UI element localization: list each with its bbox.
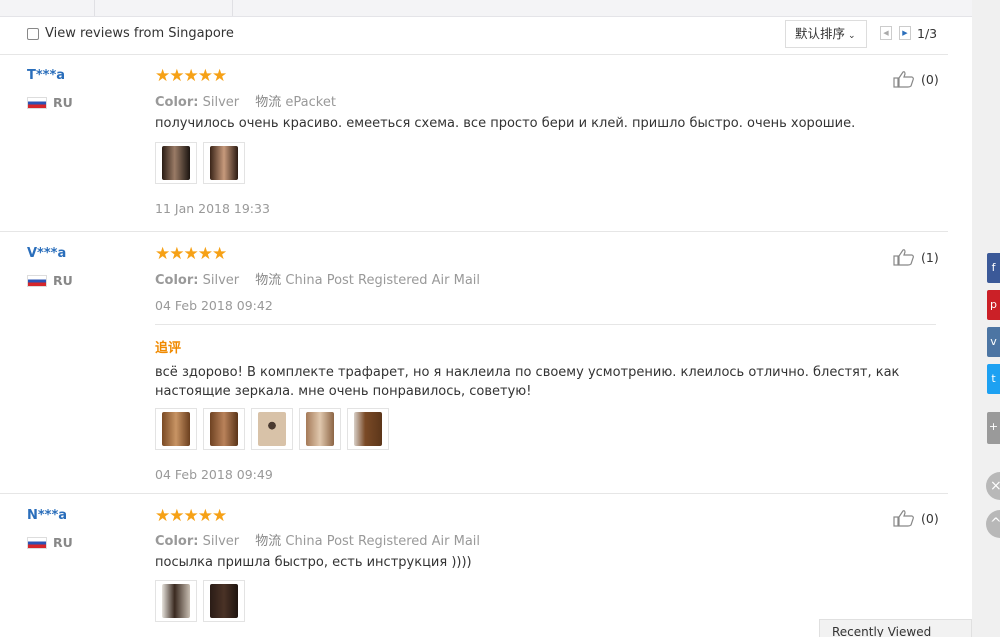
review-attributes: Color: Silver 物流 ePacket [155,91,336,110]
reviewer-country: RU [53,95,73,110]
review-photo-thumbnail[interactable] [347,408,389,450]
color-value: Silver [202,95,240,110]
followup-text: всё здорово! В комплекте трафарет, но я … [155,365,900,399]
sort-dropdown[interactable]: 默认排序 ⌄ [785,20,867,48]
star-rating: ★★★★★ [155,506,227,526]
caret-left-icon: ◀ [883,29,889,37]
followup-label: 追评 [155,341,182,356]
review-photo-thumbnail[interactable] [203,408,245,450]
russia-flag-icon [27,537,47,549]
review-text: получилось очень красиво. емееться схема… [155,116,856,131]
review-filter-bar: View reviews from Singapore 默认排序 ⌄ ◀ ▶ 1/… [0,16,948,55]
sort-dropdown-label: 默认排序 [795,26,846,41]
review-text: посылка пришла быстро, есть инструкция )… [155,555,472,570]
logistics-key: 物流 [255,273,282,288]
prev-page-button[interactable]: ◀ [880,26,892,40]
vk-icon[interactable]: v [987,327,1000,357]
more-share-icon[interactable]: + [987,412,1000,444]
logistics-value: China Post Registered Air Mail [285,273,481,288]
review-divider [0,231,948,232]
reviewer-name[interactable]: V***a [27,246,66,261]
russia-flag-icon [27,97,47,109]
review-photo-thumbnail[interactable] [203,142,245,184]
facebook-icon[interactable]: f [987,253,1000,283]
followup-date: 04 Feb 2018 09:49 [155,467,273,482]
color-value: Silver [202,534,240,549]
thumbs-up-icon[interactable] [893,509,915,527]
color-key: Color: [155,95,199,110]
reviewer-country: RU [53,273,73,288]
logistics-key: 物流 [255,534,282,549]
logistics-value: China Post Registered Air Mail [285,534,481,549]
review-photo-thumbnail[interactable] [251,408,293,450]
logistics-value: ePacket [285,95,336,110]
chevron-down-icon: ⌄ [848,31,856,41]
review-photo-thumbnail[interactable] [203,580,245,622]
tab-divider [232,0,233,16]
singapore-filter-checkbox[interactable] [27,28,39,40]
reviewer-name[interactable]: N***a [27,508,67,523]
review-attributes: Color: Silver 物流 China Post Registered A… [155,269,480,288]
color-value: Silver [202,273,240,288]
review-date: 04 Feb 2018 09:42 [155,298,273,313]
star-rating: ★★★★★ [155,66,227,86]
helpful-count: (0) [921,72,939,87]
followup-divider [155,324,936,325]
reviewer-name[interactable]: T***a [27,68,65,83]
thumbs-up-icon[interactable] [893,248,915,266]
helpful-count: (0) [921,511,939,526]
color-key: Color: [155,534,199,549]
recently-viewed-label: Recently Viewed [832,625,932,637]
review-photo-thumbnail[interactable] [155,580,197,622]
review-photo-thumbnail[interactable] [155,142,197,184]
review-attributes: Color: Silver 物流 China Post Registered A… [155,530,480,549]
reviewer-country: RU [53,535,73,550]
recently-viewed-tab[interactable]: Recently Viewed [819,619,972,637]
review-date: 11 Jan 2018 19:33 [155,201,270,216]
caret-right-icon: ▶ [902,29,908,37]
logistics-key: 物流 [255,95,282,110]
helpful-count: (1) [921,250,939,265]
tab-divider [94,0,95,16]
review-photo-thumbnail[interactable] [299,408,341,450]
color-key: Color: [155,273,199,288]
next-page-button[interactable]: ▶ [899,26,911,40]
page-indicator: 1/3 [917,26,938,41]
review-divider [0,493,948,494]
twitter-icon[interactable]: t [987,364,1000,394]
russia-flag-icon [27,275,47,287]
star-rating: ★★★★★ [155,244,227,264]
pinterest-icon[interactable]: p [987,290,1000,320]
singapore-filter-label[interactable]: View reviews from Singapore [45,26,234,41]
review-photo-thumbnail[interactable] [155,408,197,450]
top-tab-strip [0,0,972,17]
thumbs-up-icon[interactable] [893,70,915,88]
